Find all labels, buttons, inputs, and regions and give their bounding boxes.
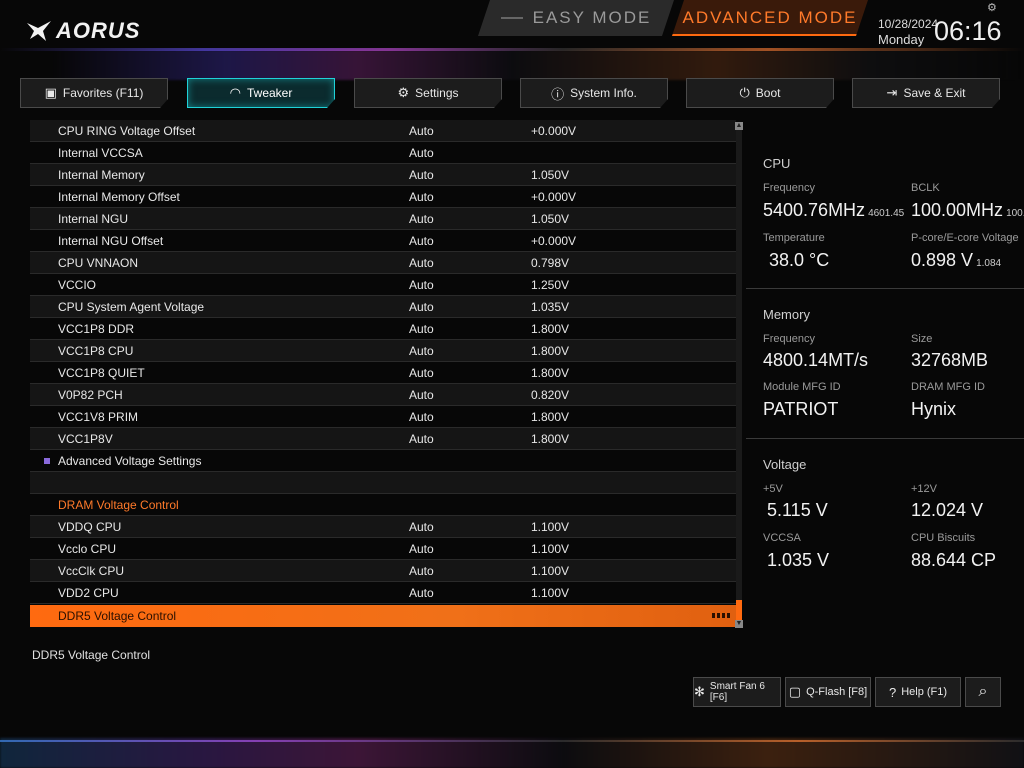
tab-boot[interactable]: ⏻ Boot — [686, 78, 834, 108]
v12-label: +12V — [911, 483, 937, 495]
v5-value: 5.115 V — [767, 500, 828, 520]
settings-gear-icon[interactable]: ⚙ — [987, 1, 997, 14]
help-icon: ? — [888, 684, 897, 700]
top-light-streak — [0, 48, 1024, 51]
date-text: 10/28/2024 — [878, 17, 939, 31]
favorites-icon: ▣ — [44, 85, 57, 100]
cpu-biscuits-label: CPU Biscuits — [911, 532, 976, 544]
search-icon: ⌕ — [978, 683, 988, 700]
speedometer-icon: ◠ — [229, 85, 241, 100]
advanced-voltage-settings-item[interactable]: Advanced Voltage Settings — [30, 450, 736, 472]
vccsa-label: VCCSA — [763, 532, 801, 544]
dram-voltage-section-header: DRAM Voltage Control — [30, 494, 736, 516]
scroll-up-icon[interactable]: ▲ — [735, 122, 743, 130]
cpu-frequency-label: Frequency — [763, 182, 815, 194]
advanced-mode-tab[interactable]: ADVANCED MODE — [672, 0, 868, 36]
q-flash-button[interactable]: ▢ Q-Flash [F8] — [785, 677, 871, 707]
easy-mode-tab[interactable]: EASY MODE — [478, 0, 674, 36]
bottom-glow — [0, 738, 1024, 768]
eagle-icon — [27, 21, 51, 41]
clock: 06:16 — [934, 16, 1002, 46]
item-help-text: DDR5 Voltage Control — [32, 648, 151, 662]
ddr5-voltage-control-item[interactable]: DDR5 Voltage Control — [30, 605, 736, 627]
cpu-temperature-value: 38.0 °C — [769, 250, 830, 270]
day-text: Monday — [878, 32, 925, 47]
core-voltage-label: P-core/E-core Voltage — [911, 232, 1019, 244]
smart-fan-button[interactable]: ✻ Smart Fan 6 [F6] — [693, 677, 781, 707]
setting-row[interactable]: Internal Memory Auto 1.050V — [30, 164, 736, 186]
fan-icon: ✻ — [694, 684, 705, 699]
setting-row[interactable]: CPU RING Voltage Offset Auto +0.000V — [30, 120, 736, 142]
spacer-row — [30, 472, 736, 494]
setting-row[interactable]: Internal NGU Auto 1.050V — [30, 208, 736, 230]
tab-tweaker[interactable]: ◠ Tweaker — [187, 78, 335, 108]
help-button[interactable]: ? Help (F1) — [875, 677, 961, 707]
dram-mfg-value: Hynix — [911, 399, 957, 419]
tab-favorites[interactable]: ▣ Favorites (F11) — [20, 78, 168, 108]
cpu-section-title: CPU — [763, 156, 791, 171]
setting-row[interactable]: V0P82 PCH Auto 0.820V — [30, 384, 736, 406]
setting-row[interactable]: VDDQ CPU Auto 1.100V — [30, 516, 736, 538]
bclk-value: 100.00MHz100.00 — [911, 200, 1024, 220]
setting-row[interactable]: VCC1P8V Auto 1.800V — [30, 428, 736, 450]
panel-divider — [746, 288, 1024, 289]
exit-icon: ⇥ — [886, 85, 898, 100]
memory-size-value: 32768MB — [911, 350, 989, 370]
setting-row[interactable]: VCC1P8 DDR Auto 1.800V — [30, 318, 736, 340]
module-mfg-label: Module MFG ID — [763, 381, 841, 393]
system-info-panel: CPU Frequency 5400.76MHz 4601.45 BCLK 100… — [746, 120, 1024, 640]
setting-row[interactable]: VccClk CPU Auto 1.100V — [30, 560, 736, 582]
setting-row[interactable]: Internal VCCSA Auto — [30, 142, 736, 164]
tab-system-info[interactable]: ⓘ System Info. — [520, 78, 668, 108]
core-voltage-value: 0.898 V 1.084 — [911, 250, 1002, 270]
memory-size-label: Size — [911, 333, 933, 345]
setting-row[interactable]: VCCIO Auto 1.250V — [30, 274, 736, 296]
chip-icon: ▢ — [788, 684, 802, 699]
setting-row[interactable]: Internal Memory Offset Auto +0.000V — [30, 186, 736, 208]
bclk-label: BCLK — [911, 182, 940, 194]
memory-frequency-value: 4800.14MT/s — [763, 350, 869, 370]
setting-row[interactable]: VDD2 CPU Auto 1.100V — [30, 582, 736, 604]
search-button[interactable]: ⌕ — [965, 677, 1001, 707]
voltage-section-title: Voltage — [763, 457, 807, 472]
setting-row[interactable]: CPU VNNAON Auto 0.798V — [30, 252, 736, 274]
date-display: 10/28/2024 Monday — [878, 16, 938, 48]
tab-save-exit[interactable]: ⇥ Save & Exit — [852, 78, 1000, 108]
setting-row[interactable]: CPU System Agent Voltage Auto 1.035V — [30, 296, 736, 318]
gear-icon: ⚙ — [397, 85, 410, 100]
aorus-logo: AORUS — [26, 18, 140, 44]
cpu-temperature-label: Temperature — [763, 232, 825, 244]
scrollbar-track[interactable] — [736, 122, 742, 628]
setting-row[interactable]: Internal NGU Offset Auto +0.000V — [30, 230, 736, 252]
memory-section-title: Memory — [763, 307, 810, 322]
dram-mfg-label: DRAM MFG ID — [911, 381, 985, 393]
memory-frequency-label: Frequency — [763, 333, 815, 345]
setting-row[interactable]: Vcclo CPU Auto 1.100V — [30, 538, 736, 560]
scrollbar-thumb[interactable] — [736, 600, 742, 622]
v5-label: +5V — [763, 483, 783, 495]
cpu-frequency-value: 5400.76MHz 4601.45 — [763, 200, 905, 220]
power-icon: ⏻ — [739, 85, 750, 100]
cpu-biscuits-value: 88.644 CP — [911, 550, 997, 570]
vccsa-value: 1.035 V — [767, 550, 830, 570]
settings-list: CPU RING Voltage Offset Auto +0.000V Int… — [30, 120, 736, 628]
setting-row[interactable]: VCC1P8 QUIET Auto 1.800V — [30, 362, 736, 384]
bottom-light-streak — [0, 740, 1024, 742]
tab-settings[interactable]: ⚙ Settings — [354, 78, 502, 108]
v12-value: 12.024 V — [911, 500, 984, 520]
scroll-down-icon[interactable]: ▼ — [735, 620, 743, 628]
setting-row[interactable]: VCC1P8 CPU Auto 1.800V — [30, 340, 736, 362]
module-mfg-value: PATRIOT — [763, 399, 839, 419]
submenu-bullet-icon — [44, 458, 50, 464]
top-glow — [0, 50, 1024, 80]
info-icon: ⓘ — [551, 86, 565, 102]
panel-divider — [746, 438, 1024, 439]
setting-row[interactable]: VCC1V8 PRIM Auto 1.800V — [30, 406, 736, 428]
